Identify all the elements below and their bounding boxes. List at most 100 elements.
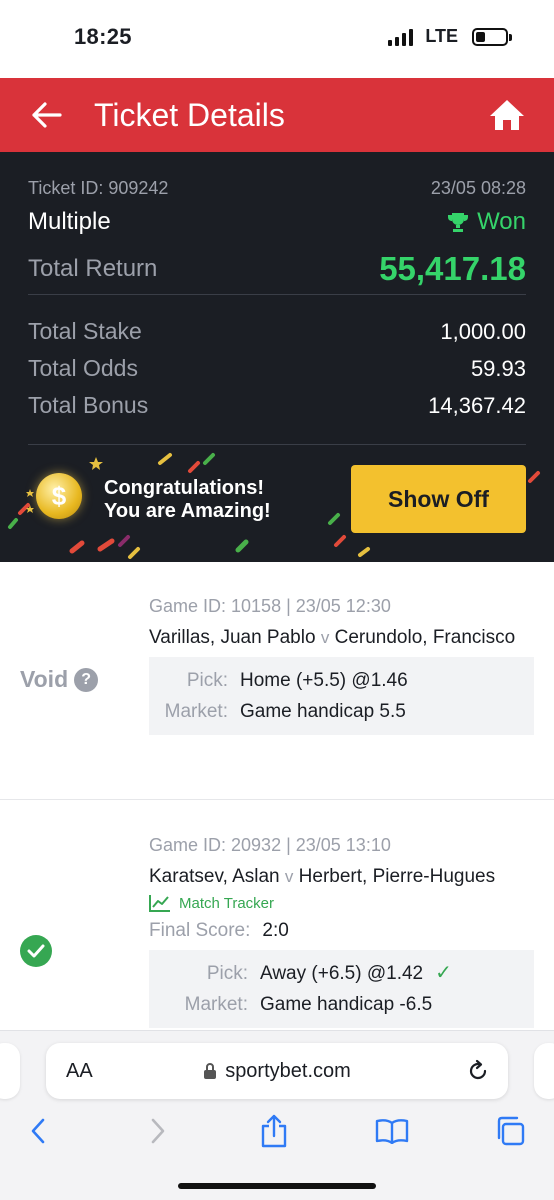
back-button[interactable] bbox=[12, 78, 82, 152]
home-icon bbox=[490, 100, 524, 130]
match-teams: Karatsev, Aslan v Herbert, Pierre-Hugues bbox=[149, 862, 534, 892]
match-tracker-label: Match Tracker bbox=[179, 894, 275, 912]
market-label: Market: bbox=[164, 701, 228, 722]
checkmark-icon: ✓ bbox=[435, 962, 452, 984]
congrats-line-2: You are Amazing! bbox=[104, 500, 271, 522]
total-odds-row: Total Odds 59.93 bbox=[28, 355, 526, 382]
bet-status: Void ? bbox=[20, 666, 99, 693]
book-icon bbox=[375, 1119, 409, 1144]
network-type: LTE bbox=[425, 26, 458, 46]
cellular-signal-icon bbox=[388, 28, 414, 46]
divider bbox=[28, 294, 526, 295]
browser-toolbar bbox=[0, 1111, 554, 1151]
status-bar: 18:25 LTE bbox=[0, 0, 554, 78]
coin-icon: $ bbox=[36, 473, 82, 519]
lock-icon bbox=[204, 1063, 217, 1079]
total-return-row: Total Return 55,417.18 bbox=[28, 250, 526, 288]
total-odds-value: 59.93 bbox=[470, 355, 526, 381]
browser-chrome: AA sportybet.com bbox=[0, 1030, 554, 1200]
share-button[interactable] bbox=[254, 1111, 294, 1151]
check-circle-icon bbox=[20, 935, 52, 967]
page-title: Ticket Details bbox=[94, 96, 285, 133]
market-label: Market: bbox=[184, 994, 248, 1015]
ticket-meta-row: Ticket ID: 909242 23/05 08:28 bbox=[28, 178, 526, 199]
share-icon bbox=[261, 1114, 287, 1148]
ticket-type-row: Multiple Won bbox=[28, 208, 526, 236]
tabs-button[interactable] bbox=[490, 1111, 530, 1151]
back-nav-button[interactable] bbox=[18, 1111, 58, 1151]
bet-item: Void ? Game ID: 10158 | 23/05 12:30 Vari… bbox=[0, 562, 554, 800]
home-team: Karatsev, Aslan bbox=[149, 866, 280, 887]
market-row: Market: Game handicap 5.5 bbox=[149, 696, 534, 727]
help-icon[interactable]: ? bbox=[74, 667, 99, 692]
ticket-id: Ticket ID: 909242 bbox=[28, 178, 169, 198]
status-time: 18:25 bbox=[74, 24, 132, 49]
trophy-icon bbox=[448, 213, 469, 232]
final-score-row: Final Score: 2:0 bbox=[149, 920, 534, 942]
bet-details: Game ID: 20932 | 23/05 13:10 Karatsev, A… bbox=[149, 835, 534, 1028]
match-tracker-link[interactable]: Match Tracker bbox=[149, 894, 534, 912]
pick-label: Pick: bbox=[206, 963, 248, 984]
market-value: Game handicap -6.5 bbox=[260, 994, 433, 1015]
away-team: Cerundolo, Francisco bbox=[334, 627, 516, 648]
pick-label: Pick: bbox=[186, 670, 228, 691]
home-button[interactable] bbox=[488, 98, 526, 132]
congrats-line-1: Congratulations! bbox=[104, 477, 264, 499]
next-tab-pill[interactable] bbox=[534, 1043, 554, 1099]
total-return-value: 55,417.18 bbox=[379, 250, 526, 287]
result-badge: Won bbox=[447, 208, 526, 236]
pick-value: Away (+6.5) @1.42 bbox=[260, 963, 424, 984]
final-score-label: Final Score: bbox=[149, 920, 251, 941]
ticket-summary: Ticket ID: 909242 23/05 08:28 Multiple W… bbox=[0, 152, 554, 562]
status-indicators: LTE bbox=[388, 26, 512, 47]
void-label: Void bbox=[20, 666, 69, 692]
chart-line-icon bbox=[149, 895, 170, 912]
chevron-right-icon bbox=[151, 1118, 165, 1144]
market-row: Market: Game handicap -6.5 bbox=[149, 989, 534, 1020]
show-off-button[interactable]: Show Off bbox=[351, 465, 526, 533]
away-team: Herbert, Pierre-Hugues bbox=[298, 866, 496, 887]
bookmarks-button[interactable] bbox=[372, 1111, 412, 1151]
pick-row: Pick: Away (+6.5) @1.42 ✓ bbox=[149, 958, 534, 989]
arrow-left-icon bbox=[32, 102, 62, 128]
app-header: Ticket Details bbox=[0, 78, 554, 152]
match-teams: Varillas, Juan Pablo v Cerundolo, Franci… bbox=[149, 623, 534, 653]
pick-box: Pick: Away (+6.5) @1.42 ✓ Market: Game h… bbox=[149, 950, 534, 1028]
total-bonus-value: 14,367.42 bbox=[428, 392, 526, 418]
total-stake-row: Total Stake 1,000.00 bbox=[28, 318, 526, 345]
bet-status bbox=[20, 935, 52, 967]
battery-icon bbox=[472, 27, 512, 46]
forward-nav-button[interactable] bbox=[138, 1111, 178, 1151]
previous-tab-pill[interactable] bbox=[0, 1043, 20, 1099]
home-team: Varillas, Juan Pablo bbox=[149, 627, 316, 648]
ticket-type: Multiple bbox=[28, 208, 111, 235]
market-value: Game handicap 5.5 bbox=[240, 701, 406, 722]
pick-box: Pick: Home (+5.5) @1.46 Market: Game han… bbox=[149, 657, 534, 735]
pick-row: Pick: Home (+5.5) @1.46 bbox=[149, 665, 534, 696]
congrats-banner: $ Congratulations! You are Amazing! Show… bbox=[0, 445, 554, 562]
total-stake-label: Total Stake bbox=[28, 318, 142, 344]
total-bonus-label: Total Bonus bbox=[28, 392, 149, 418]
address-bar[interactable]: AA sportybet.com bbox=[46, 1043, 508, 1099]
url-display[interactable]: sportybet.com bbox=[46, 1060, 508, 1083]
home-indicator bbox=[178, 1183, 376, 1189]
reload-icon[interactable] bbox=[466, 1059, 490, 1083]
tabs-icon bbox=[497, 1116, 525, 1146]
final-score-value: 2:0 bbox=[262, 920, 289, 941]
chevron-left-icon bbox=[31, 1118, 45, 1144]
total-bonus-row: Total Bonus 14,367.42 bbox=[28, 392, 526, 419]
game-id: Game ID: 20932 | 23/05 13:10 bbox=[149, 835, 391, 855]
total-stake-value: 1,000.00 bbox=[440, 318, 526, 344]
pick-value: Home (+5.5) @1.46 bbox=[240, 670, 408, 691]
congrats-text: Congratulations! You are Amazing! bbox=[104, 477, 271, 523]
bet-item: Game ID: 20932 | 23/05 13:10 Karatsev, A… bbox=[0, 801, 554, 1030]
total-odds-label: Total Odds bbox=[28, 355, 138, 381]
versus: v bbox=[284, 867, 294, 886]
result-label: Won bbox=[477, 208, 526, 235]
bet-details: Game ID: 10158 | 23/05 12:30 Varillas, J… bbox=[149, 596, 534, 735]
game-id: Game ID: 10158 | 23/05 12:30 bbox=[149, 596, 391, 616]
ticket-datetime: 23/05 08:28 bbox=[430, 178, 526, 198]
url-text: sportybet.com bbox=[225, 1059, 351, 1082]
total-return-label: Total Return bbox=[28, 255, 158, 282]
versus: v bbox=[320, 628, 330, 647]
